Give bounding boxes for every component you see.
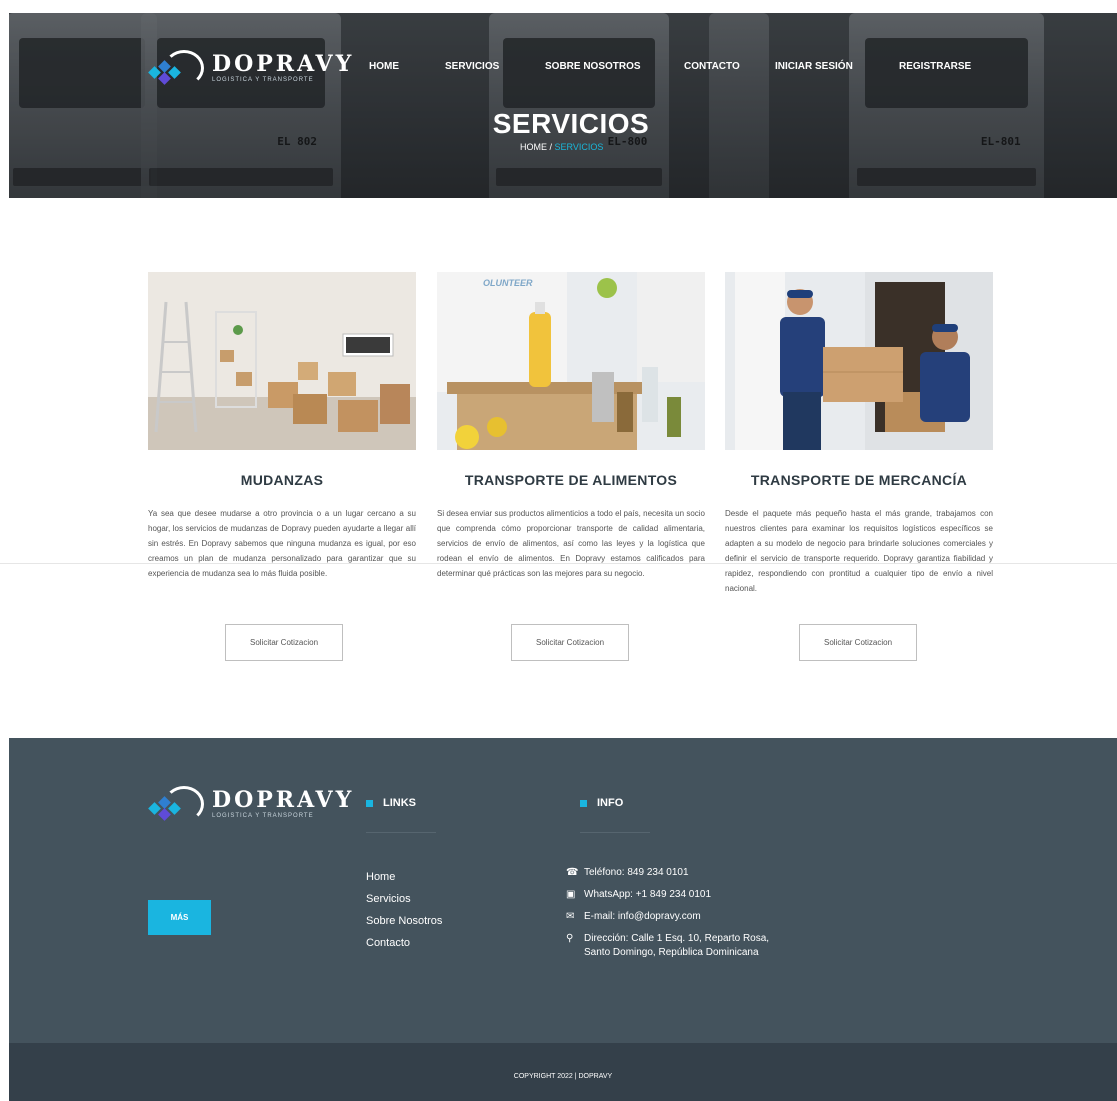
breadcrumb-current: SERVICIOS bbox=[554, 142, 604, 152]
footer-link-home[interactable]: Home bbox=[366, 866, 442, 888]
moving-boxes-room-photo bbox=[148, 272, 416, 450]
delivery-workers-truck-photo bbox=[725, 272, 993, 450]
envelope-icon: ✉ bbox=[566, 911, 575, 922]
footer-links: Home Servicios Sobre Nosotros Contacto bbox=[366, 866, 442, 954]
service-card-alimentos: OLUNTEER TRANSPORTE DE ALIMENTOS Si dese… bbox=[437, 272, 705, 661]
email-text[interactable]: E-mail: info@dopravy.com bbox=[584, 910, 701, 924]
hero-banner: EL 802 EL-800 EL-801 bbox=[9, 13, 1117, 198]
map-pin-icon: ⚲ bbox=[566, 933, 574, 944]
footer-link-sobre-nosotros[interactable]: Sobre Nosotros bbox=[366, 910, 442, 932]
links-divider bbox=[366, 832, 436, 833]
info-divider bbox=[580, 832, 650, 833]
service-description: Desde el paquete más pequeño hasta el má… bbox=[725, 509, 993, 593]
service-title: TRANSPORTE DE ALIMENTOS bbox=[464, 472, 678, 488]
main-nav: HOME SERVICIOS SOBRE NOSOTROS CONTACTO I… bbox=[0, 61, 1117, 75]
nav-iniciar-sesion[interactable]: INICIAR SESIÓN bbox=[775, 61, 853, 72]
footer-links-heading: LINKS bbox=[366, 797, 416, 809]
info-whatsapp: ▣ WhatsApp: +1 849 234 0101 bbox=[566, 888, 786, 902]
service-description: Si desea enviar sus productos alimentici… bbox=[437, 509, 705, 578]
service-card-mercancia: TRANSPORTE DE MERCANCÍA Desde el paquete… bbox=[725, 272, 993, 661]
breadcrumb-separator: / bbox=[549, 142, 553, 152]
request-quote-button[interactable]: Solicitar Cotizacion bbox=[225, 624, 343, 661]
nav-registrarse[interactable]: REGISTRARSE bbox=[899, 61, 971, 72]
bullet-square-icon bbox=[580, 799, 587, 807]
food-donation-photo: OLUNTEER bbox=[437, 272, 705, 450]
logo-brand: DOPRAVY bbox=[212, 787, 355, 813]
request-quote-button[interactable]: Solicitar Cotizacion bbox=[799, 624, 917, 661]
breadcrumb: HOME / SERVICIOS bbox=[520, 142, 603, 152]
nav-servicios[interactable]: SERVICIOS bbox=[445, 61, 499, 72]
info-title: INFO bbox=[597, 797, 624, 809]
info-address: ⚲ Dirección: Calle 1 Esq. 10, Reparto Ro… bbox=[566, 932, 786, 960]
whatsapp-text: WhatsApp: +1 849 234 0101 bbox=[584, 889, 712, 900]
whatsapp-icon: ▣ bbox=[566, 889, 576, 900]
address-text: Dirección: Calle 1 Esq. 10, Reparto Rosa… bbox=[584, 933, 770, 958]
service-title: TRANSPORTE DE MERCANCÍA bbox=[750, 472, 968, 488]
bullet-square-icon bbox=[366, 799, 373, 807]
nav-home[interactable]: HOME bbox=[369, 61, 399, 72]
logo-tagline: LOGISTICA Y TRANSPORTE bbox=[212, 813, 314, 819]
links-title: LINKS bbox=[383, 797, 416, 809]
footer-logo[interactable]: DOPRAVY LOGISTICA Y TRANSPORTE bbox=[148, 784, 354, 824]
phone-text: Teléfono: 849 234 0101 bbox=[584, 867, 689, 878]
more-button[interactable]: MÁS bbox=[148, 900, 211, 935]
request-quote-button[interactable]: Solicitar Cotizacion bbox=[511, 624, 629, 661]
breadcrumb-home[interactable]: HOME bbox=[520, 142, 547, 152]
footer-contact-info: ☎ Teléfono: 849 234 0101 ▣ WhatsApp: +1 … bbox=[566, 866, 786, 968]
service-description: Ya sea que desee mudarse a otro provinci… bbox=[148, 509, 416, 578]
logo-tagline: LOGISTICA Y TRANSPORTE bbox=[212, 77, 314, 83]
copyright-text: COPYRIGHT 2022 | DOPRAVY bbox=[513, 1073, 613, 1080]
service-title: MUDANZAS bbox=[240, 472, 324, 488]
footer-info-heading: INFO bbox=[580, 797, 623, 809]
footer-link-contacto[interactable]: Contacto bbox=[366, 932, 442, 954]
volunteer-shirt-text: OLUNTEER bbox=[483, 278, 533, 288]
service-card-mudanzas: MUDANZAS Ya sea que desee mudarse a otro… bbox=[148, 272, 416, 661]
page-title: SERVICIOS bbox=[492, 108, 650, 139]
logo-mark-icon bbox=[148, 784, 206, 824]
info-phone: ☎ Teléfono: 849 234 0101 bbox=[566, 866, 786, 880]
nav-contacto[interactable]: CONTACTO bbox=[684, 61, 740, 72]
info-email: ✉ E-mail: info@dopravy.com bbox=[566, 910, 786, 924]
nav-sobre-nosotros[interactable]: SOBRE NOSOTROS bbox=[545, 61, 641, 72]
phone-icon: ☎ bbox=[566, 867, 579, 878]
copyright-bar: COPYRIGHT 2022 | DOPRAVY bbox=[9, 1043, 1117, 1101]
footer-link-servicios[interactable]: Servicios bbox=[366, 888, 442, 910]
